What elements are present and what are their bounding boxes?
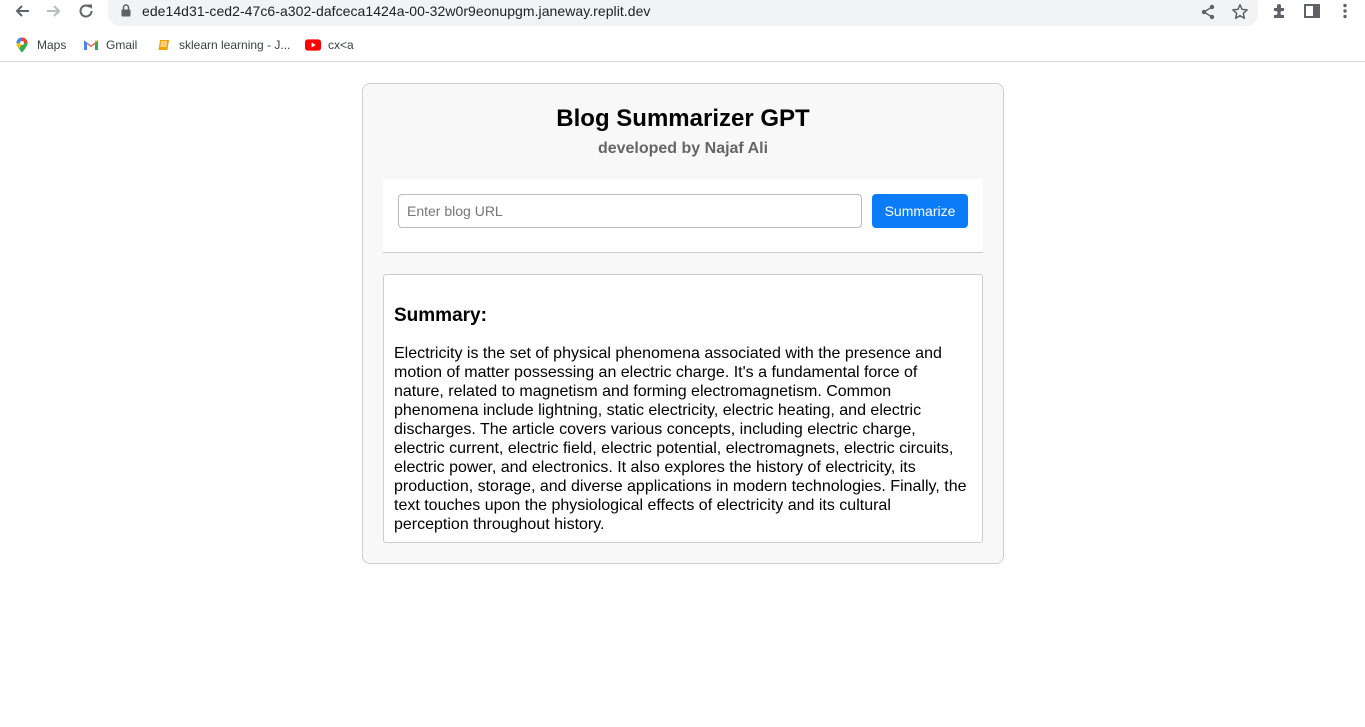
book-icon [156, 37, 172, 53]
bookmark-label: Maps [37, 38, 67, 52]
bookmark-cx[interactable]: cx<a [305, 36, 354, 54]
browser-toolbar: ede14d31-ced2-47c6-a302-dafceca1424a-00-… [0, 0, 1365, 30]
bookmark-label: sklearn learning - J... [179, 38, 291, 52]
forward-arrow-icon [47, 5, 61, 17]
reload-icon [79, 4, 93, 18]
summarizer-card: Blog Summarizer GPT developed by Najaf A… [362, 83, 1004, 564]
url-form: Summarize [383, 179, 983, 253]
bookmark-gmail[interactable]: Gmail [83, 36, 137, 54]
page-subtitle: developed by Najaf Ali [597, 140, 769, 157]
extensions-icon[interactable] [1271, 2, 1289, 25]
bookmark-sklearn[interactable]: sklearn learning - J... [156, 36, 290, 54]
bookmark-maps[interactable]: Maps [14, 36, 66, 54]
more-menu-icon[interactable] [1336, 2, 1354, 25]
url-text: ede14d31-ced2-47c6-a302-dafceca1424a-00-… [142, 3, 651, 19]
page-title: Blog Summarizer GPT [556, 105, 810, 132]
youtube-icon [305, 37, 321, 53]
star-icon[interactable] [1231, 3, 1249, 26]
bookmarks-bar: Maps Gmail sklearn learning - J... cx<a [0, 30, 1365, 62]
reload-button[interactable] [74, 0, 98, 22]
bookmark-label: Gmail [106, 38, 138, 52]
address-bar[interactable]: ede14d31-ced2-47c6-a302-dafceca1424a-00-… [108, 0, 1258, 26]
maps-icon [14, 37, 30, 53]
summary-panel: Summary: Electricity is the set of physi… [383, 274, 983, 543]
back-button[interactable] [10, 0, 34, 22]
blog-url-input[interactable] [398, 194, 862, 228]
back-arrow-icon [15, 5, 29, 17]
gmail-icon [83, 37, 99, 53]
forward-button[interactable] [42, 0, 66, 22]
side-panel-icon[interactable] [1303, 2, 1321, 25]
summary-text: Electricity is the set of physical pheno… [394, 345, 967, 533]
share-icon[interactable] [1199, 3, 1217, 26]
summary-heading: Summary: [394, 305, 487, 326]
bookmark-label: cx<a [328, 38, 354, 52]
lock-icon [121, 4, 131, 22]
summarize-button[interactable]: Summarize [872, 194, 968, 228]
